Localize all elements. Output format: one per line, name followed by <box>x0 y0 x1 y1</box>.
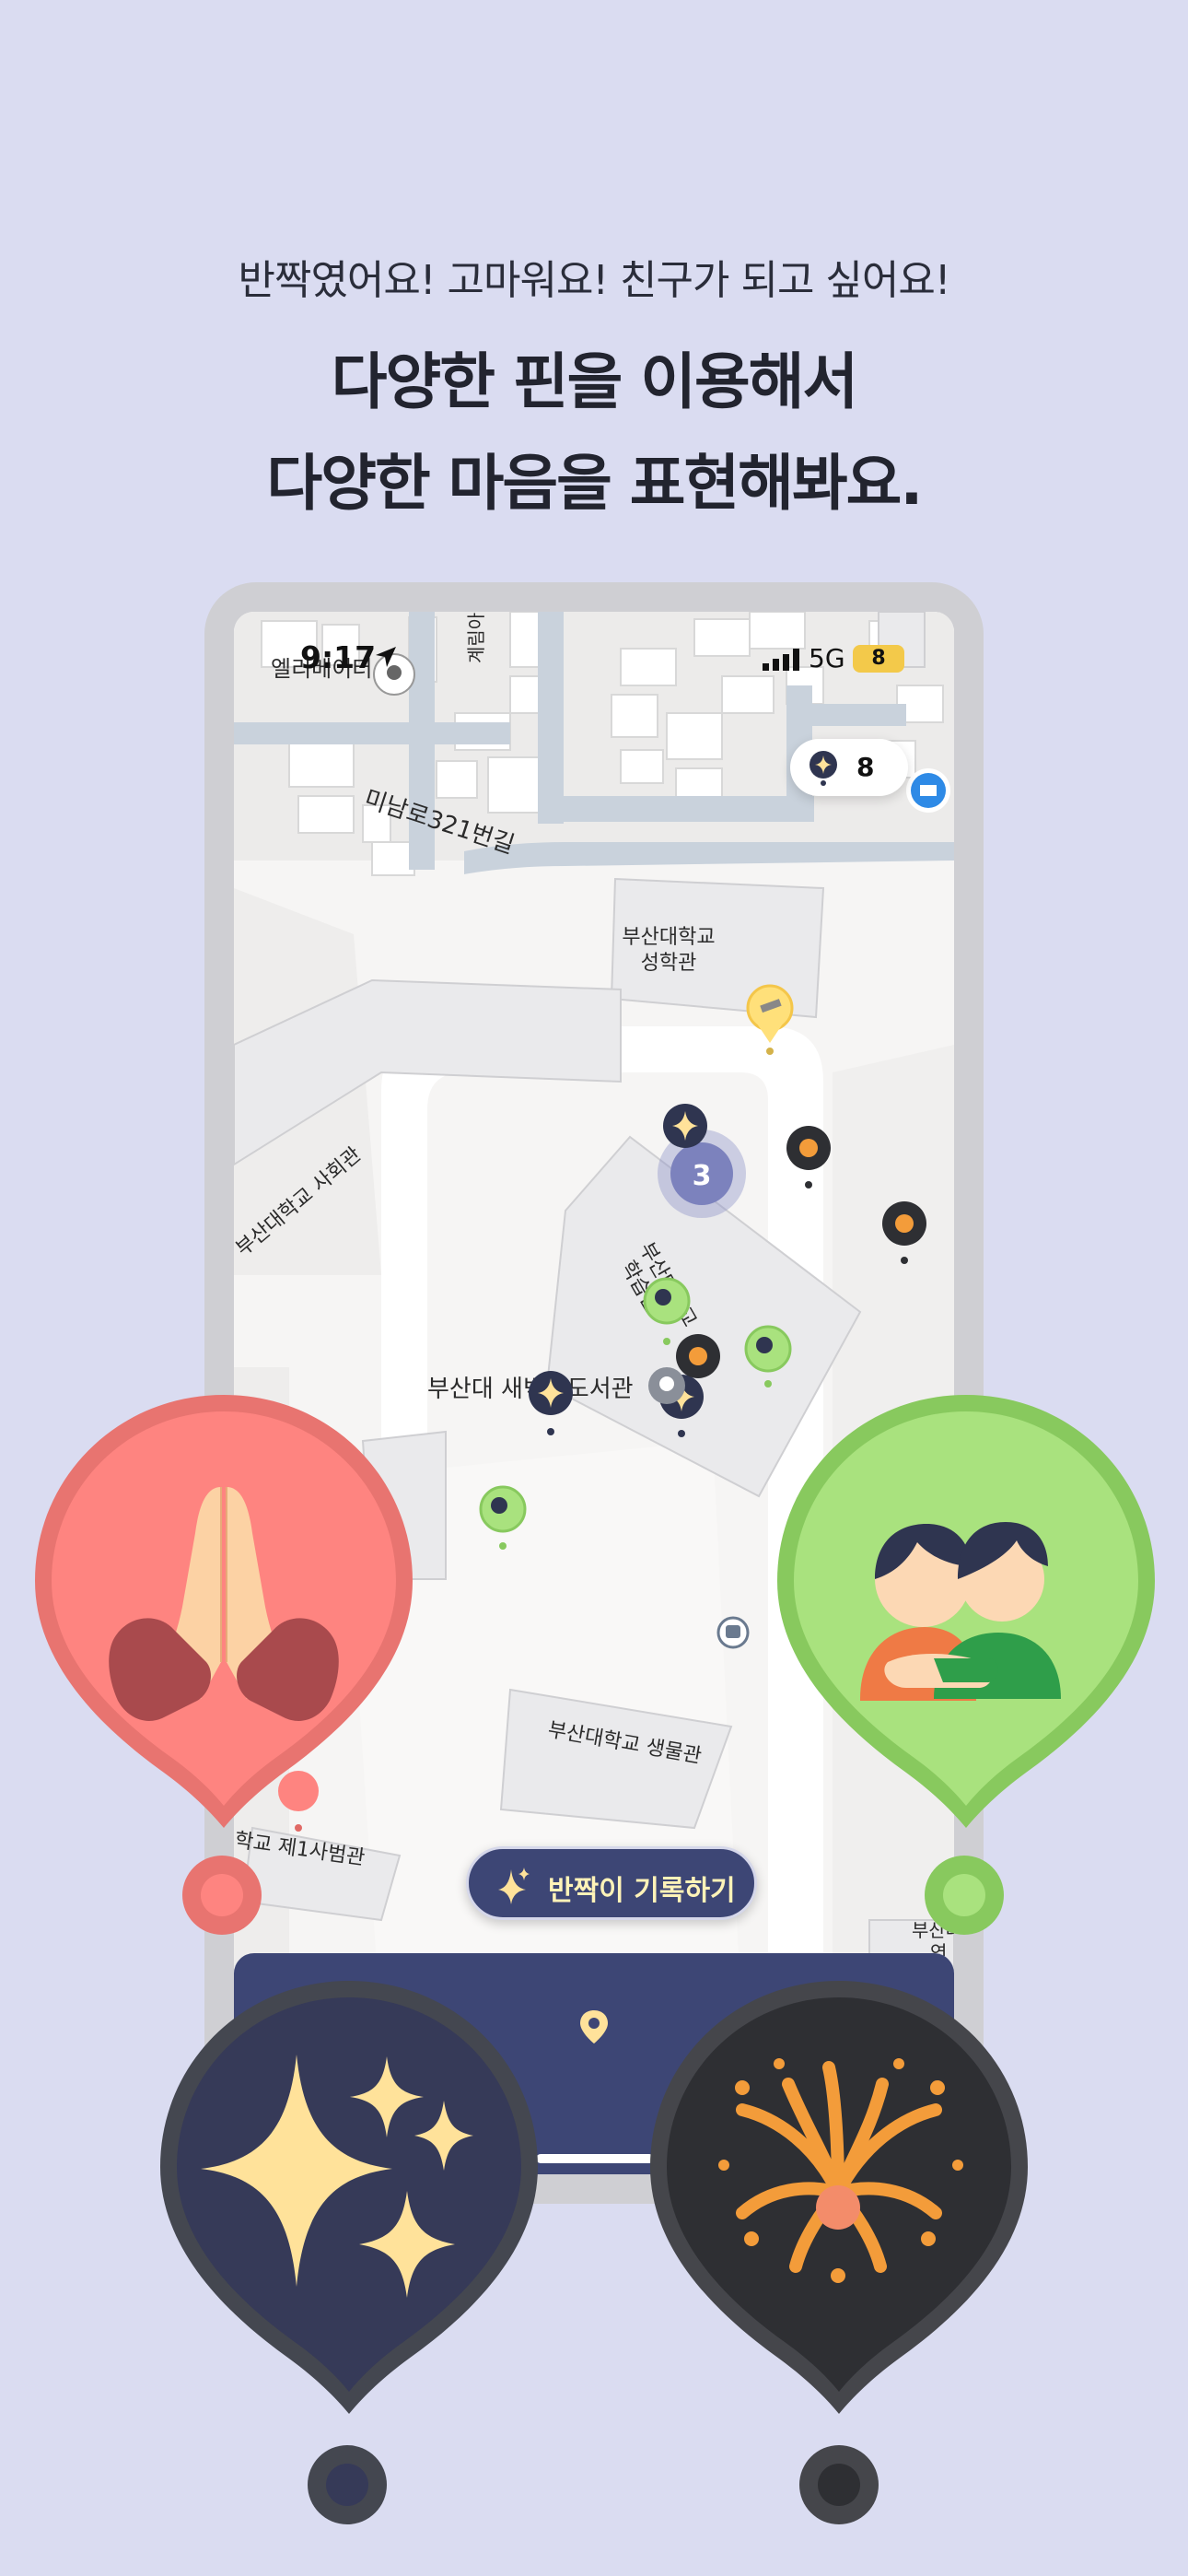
title-line-2: 다양한 마음을 표현해봐요. <box>266 448 924 519</box>
sparkle-pin-icon <box>809 751 837 786</box>
location-arrow-icon <box>376 647 396 667</box>
signal-icon <box>763 649 799 671</box>
page-title: 다양한 핀을 이용해서 다양한 마음을 표현해봐요. <box>0 332 1188 534</box>
prayer-pin-anchor <box>182 1856 262 1935</box>
pin-counter[interactable]: 8 <box>790 739 908 796</box>
title-line-1: 다양한 핀을 이용해서 <box>331 346 858 417</box>
record-button-label: 반짝이 기록하기 <box>548 1875 736 1907</box>
map-label-seonghakgwan-1: 부산대학교 <box>622 926 715 949</box>
svg-text:3: 3 <box>693 1160 712 1192</box>
sparkle-pin-icon[interactable] <box>663 1104 707 1148</box>
location-pin-icon <box>580 2010 608 2043</box>
sparkle-pin-large <box>160 1981 538 2414</box>
bus-stop-icon[interactable] <box>716 1616 750 1649</box>
prayer-pin-large <box>35 1395 413 1828</box>
pin-cluster[interactable]: 3 <box>658 1130 746 1218</box>
record-sparkle-button[interactable]: 반짝이 기록하기 <box>466 1846 757 1920</box>
status-time: 9:17 <box>300 639 377 675</box>
map-label-seonghakgwan-2: 성학관 <box>641 952 697 975</box>
sparkle-pin-anchor <box>308 2445 387 2524</box>
fireworks-pin-icon[interactable] <box>676 1334 720 1378</box>
pin-count: 8 <box>856 752 875 782</box>
friends-pin-large <box>777 1395 1155 1828</box>
network-label: 5G <box>809 643 845 673</box>
store-icon[interactable] <box>906 768 950 813</box>
sparkle-icon <box>498 1868 530 1904</box>
battery-indicator: 8 <box>853 645 904 673</box>
home-indicator <box>536 2154 654 2163</box>
map-pin-icon[interactable] <box>648 1367 685 1404</box>
fireworks-pin-large <box>650 1981 1028 2414</box>
friends-pin-anchor <box>925 1856 1004 1935</box>
status-bar: 9:17 5G 8 <box>234 612 954 676</box>
page-subtitle: 반짝였어요! 고마워요! 친구가 되고 싶어요! <box>238 257 950 304</box>
fireworks-pin-anchor <box>799 2445 879 2524</box>
